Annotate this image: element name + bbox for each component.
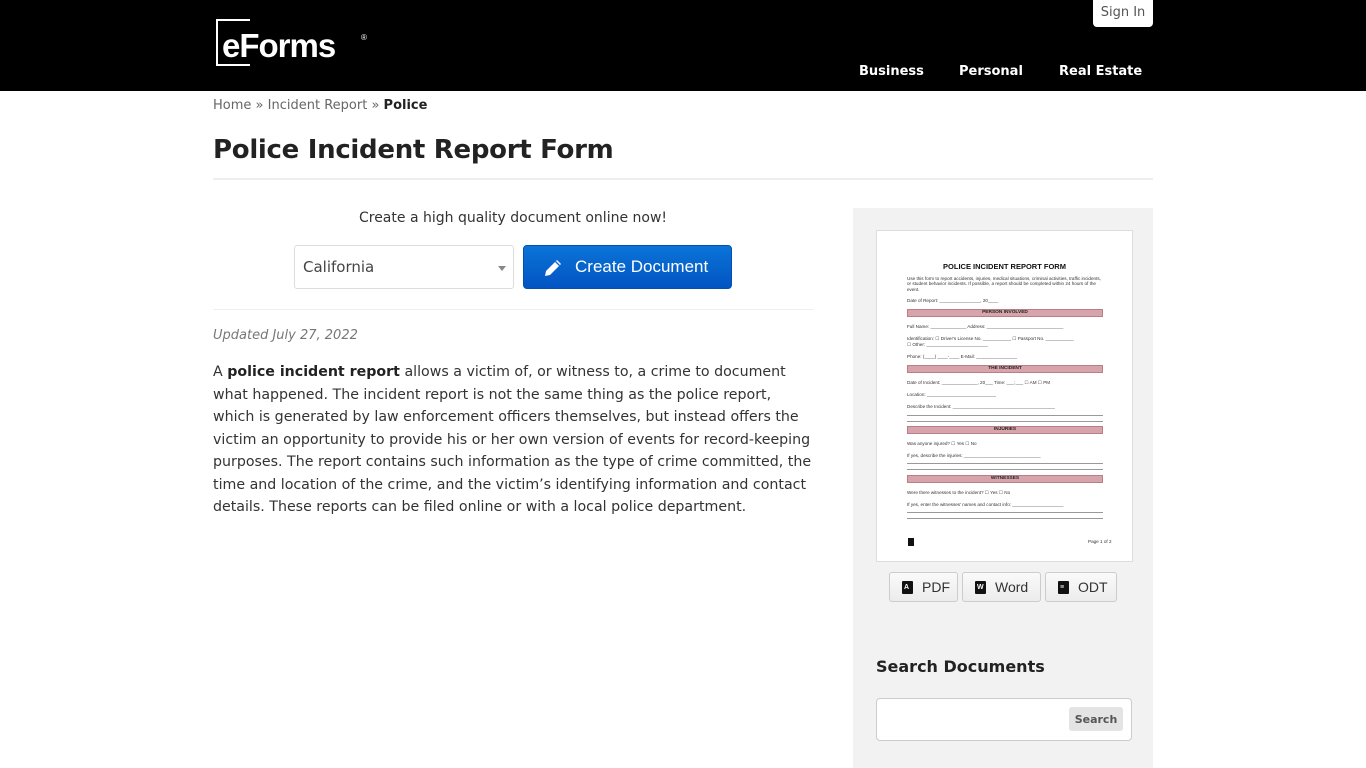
preview-date-of-report: Date of Report: ________________, 20____ xyxy=(907,298,999,303)
breadcrumb-separator: » xyxy=(371,98,380,113)
preview-line xyxy=(907,469,1103,470)
description: A police incident report allows a victim… xyxy=(213,361,813,519)
create-document-button[interactable]: Create Document xyxy=(523,245,732,289)
description-prefix: A xyxy=(213,364,228,380)
content-divider xyxy=(213,309,813,310)
odt-label: ODT xyxy=(1078,579,1108,595)
sidebar: POLICE INCIDENT REPORT FORM Use this for… xyxy=(853,208,1153,768)
nav-business[interactable]: Business xyxy=(859,64,924,79)
preview-field: Phone: (____) ____-____ E-Mail: ________… xyxy=(907,354,1018,359)
state-select-value: California xyxy=(303,258,375,276)
preview-section-band: THE INCIDENT xyxy=(907,365,1103,373)
page-title: Police Incident Report Form xyxy=(213,135,614,165)
preview-intro: Use this form to report accidents, injur… xyxy=(907,276,1101,292)
download-odt-button[interactable]: ≡ ODT xyxy=(1045,572,1117,602)
search-form: Search xyxy=(876,698,1132,741)
preview-line xyxy=(907,415,1103,416)
preview-title: POLICE INCIDENT REPORT FORM xyxy=(943,262,1066,271)
pdf-label: PDF xyxy=(922,579,950,595)
breadcrumb-incident-report[interactable]: Incident Report xyxy=(268,98,368,113)
preview-line xyxy=(907,512,1103,513)
word-label: Word xyxy=(995,579,1029,595)
word-icon: W xyxy=(975,581,986,594)
updated-date: Updated July 27, 2022 xyxy=(213,328,358,343)
preview-section-band: PERSON INVOLVED xyxy=(907,309,1103,317)
preview-section-band: INJURIES xyxy=(907,426,1103,434)
breadcrumb-current: Police xyxy=(383,98,428,113)
eforms-logo[interactable]: eForms ® xyxy=(216,19,376,69)
eforms-doc-icon xyxy=(908,538,914,546)
odt-icon: ≡ xyxy=(1058,581,1069,594)
description-text: allows a victim of, or witness to, a cri… xyxy=(213,364,812,515)
search-input[interactable] xyxy=(878,700,1066,739)
preview-field: Full Name: ______________ Address: _____… xyxy=(907,324,1064,329)
title-divider xyxy=(213,178,1153,180)
description-bold-term: police incident report xyxy=(227,364,400,380)
breadcrumb-home[interactable]: Home xyxy=(213,98,251,113)
preview-field: ☐ Other: ________________________ xyxy=(907,342,988,347)
document-preview[interactable]: POLICE INCIDENT REPORT FORM Use this for… xyxy=(876,230,1133,562)
preview-field: If yes, enter the witnesses' names and c… xyxy=(907,502,1064,507)
breadcrumb-separator: » xyxy=(255,98,264,113)
preview-field: Location: ___________________________ xyxy=(907,392,996,397)
preview-field: Were there witnesses to the incident? ☐ … xyxy=(907,490,1011,495)
state-select[interactable]: California xyxy=(294,245,514,289)
pdf-icon: A xyxy=(902,581,913,594)
preview-line xyxy=(907,421,1103,422)
breadcrumb: Home » Incident Report » Police xyxy=(213,98,427,113)
tagline: Create a high quality document online no… xyxy=(358,210,668,226)
preview-field: Was anyone injured? ☐ Yes ☐ No xyxy=(907,441,977,446)
registered-mark: ® xyxy=(361,33,367,42)
pencil-icon xyxy=(545,260,561,276)
preview-field: Date of Incident: ______________, 20___ … xyxy=(907,380,1051,385)
search-heading: Search Documents xyxy=(876,657,1045,676)
site-header: eForms ® Sign In Business Personal Real … xyxy=(0,0,1366,91)
preview-line xyxy=(907,518,1103,519)
logo-text: eForms xyxy=(222,27,336,64)
chevron-down-icon xyxy=(498,266,506,271)
sign-in-button[interactable]: Sign In xyxy=(1093,0,1153,27)
preview-field: Identification: ☐ Driver's License No. _… xyxy=(907,336,1074,341)
download-pdf-button[interactable]: A PDF xyxy=(889,572,958,602)
preview-section-band: WITNESSES xyxy=(907,475,1103,483)
preview-field: Describe the Incident: _________________… xyxy=(907,404,1055,409)
search-button[interactable]: Search xyxy=(1069,707,1123,731)
preview-line xyxy=(907,463,1103,464)
download-word-button[interactable]: W Word xyxy=(962,572,1041,602)
create-document-label: Create Document xyxy=(575,257,709,276)
nav-real-estate[interactable]: Real Estate xyxy=(1059,64,1142,79)
preview-field: If yes, describe the injuries: _________… xyxy=(907,453,1041,458)
preview-page-number: Page 1 of 2 xyxy=(1088,539,1112,544)
nav-personal[interactable]: Personal xyxy=(959,64,1023,79)
